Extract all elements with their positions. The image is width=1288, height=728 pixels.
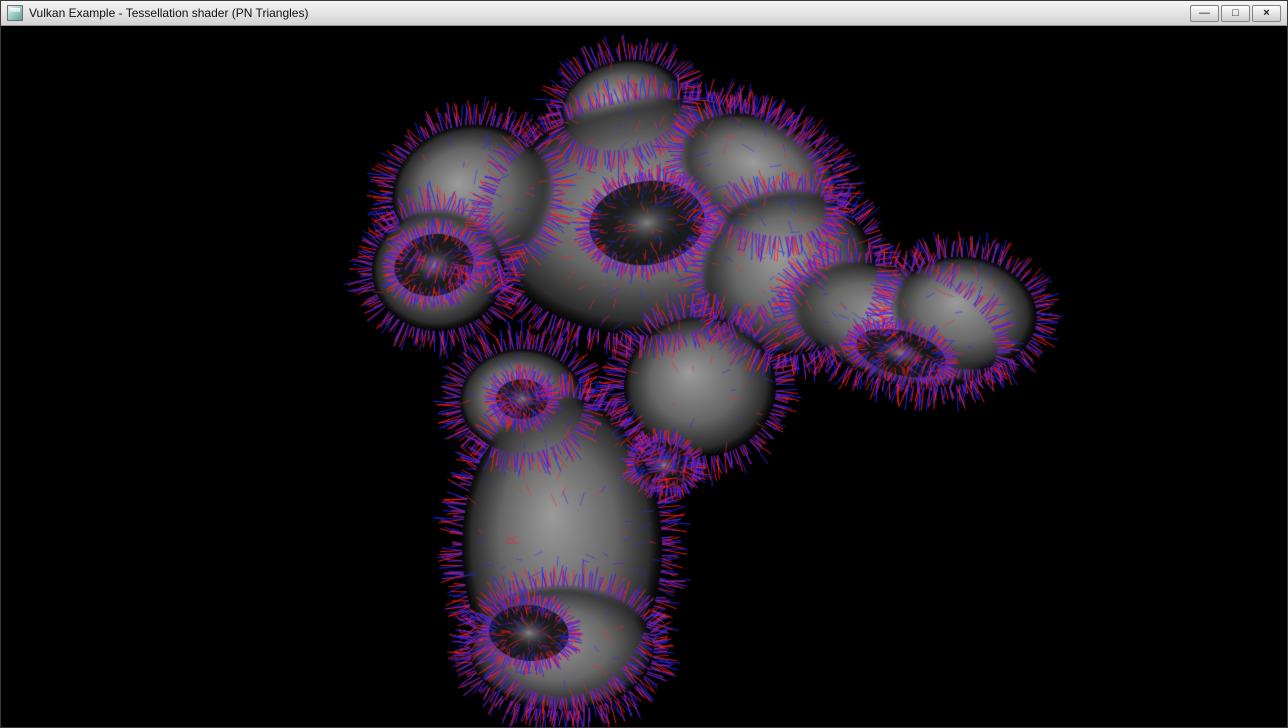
close-button[interactable]: × [1252, 5, 1281, 22]
minimize-button[interactable]: — [1190, 5, 1219, 22]
title-bar[interactable]: Vulkan Example - Tessellation shader (PN… [1, 1, 1287, 26]
render-canvas[interactable] [2, 27, 1288, 728]
window-controls: — □ × [1190, 5, 1281, 22]
app-window: Vulkan Example - Tessellation shader (PN… [0, 0, 1288, 728]
maximize-button[interactable]: □ [1221, 5, 1250, 22]
window-title: Vulkan Example - Tessellation shader (PN… [29, 6, 1190, 20]
render-viewport[interactable] [2, 27, 1288, 728]
app-icon [7, 5, 23, 21]
